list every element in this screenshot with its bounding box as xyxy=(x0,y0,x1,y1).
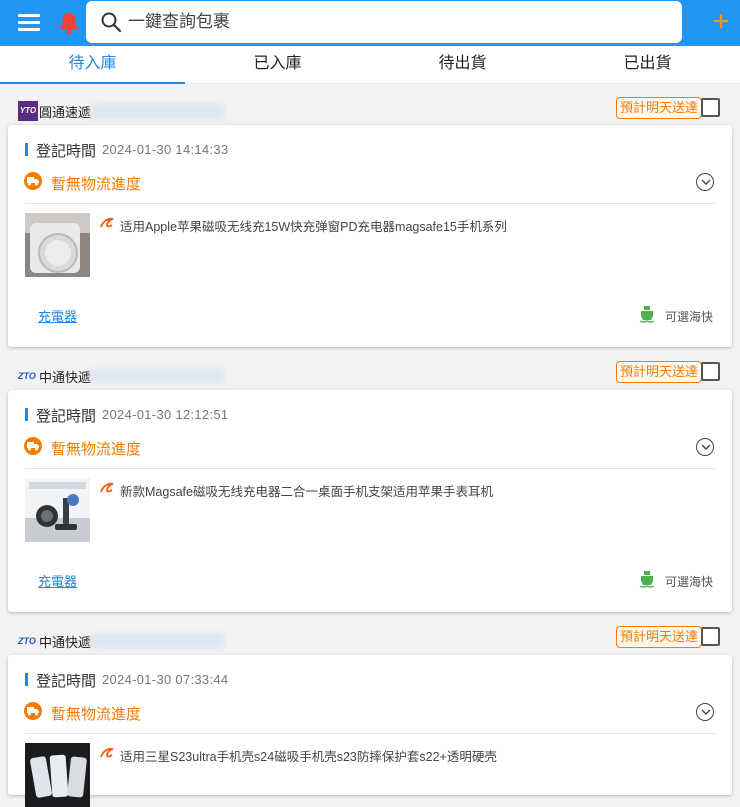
menu-icon[interactable] xyxy=(18,13,42,33)
logistics-status: 暫無物流進度 xyxy=(51,706,142,723)
tracking-number-redacted xyxy=(90,633,225,649)
divider xyxy=(25,468,715,469)
tab-outbound[interactable]: 已出貨 xyxy=(555,46,740,84)
alibaba-icon xyxy=(99,746,115,760)
product-image[interactable] xyxy=(25,743,90,807)
eta-badge: 預計明天送達 xyxy=(616,361,703,383)
shipping-option: 可選海快 xyxy=(665,310,714,324)
registration-time: 2024-01-30 14:14:33 xyxy=(102,142,229,157)
product-title[interactable]: 适用Apple苹果磁吸无线充15W快充弹窗PD充电器magsafe15手机系列 xyxy=(120,216,507,235)
product-title[interactable]: 适用三星S23ultra手机壳s24磁吸手机壳s23防摔保护套s22+透明硬壳 xyxy=(120,746,497,765)
category-link[interactable]: 充電器 xyxy=(38,571,77,590)
select-checkbox[interactable] xyxy=(701,98,720,117)
eta-badge: 預計明天送達 xyxy=(616,97,703,119)
package-card[interactable]: 登記時間 2024-01-30 12:12:51 暫無物流進度 新款Magsaf… xyxy=(8,390,732,612)
accent-bar xyxy=(25,408,28,421)
add-icon[interactable]: + xyxy=(708,7,734,37)
tab-inbound[interactable]: 已入庫 xyxy=(185,46,370,84)
chevron-down-icon[interactable] xyxy=(696,438,714,456)
accent-bar xyxy=(25,143,28,156)
truck-icon xyxy=(24,172,42,190)
search-icon xyxy=(101,12,122,33)
carrier-name: 中通快遞 xyxy=(39,370,92,385)
product-image[interactable] xyxy=(25,478,90,542)
shipping-option: 可選海快 xyxy=(665,575,714,589)
tab-pending-outbound[interactable]: 待出貨 xyxy=(370,46,555,84)
package-card[interactable]: 登記時間 2024-01-30 07:33:44 暫無物流進度 适用三星S23u… xyxy=(8,655,732,807)
ship-icon xyxy=(639,570,655,588)
logistics-status: 暫無物流進度 xyxy=(51,176,142,193)
tracking-number-redacted xyxy=(90,368,225,384)
select-checkbox[interactable] xyxy=(701,362,720,381)
product-title[interactable]: 新款Magsafe磁吸无线充电器二合一桌面手机支架适用苹果手表耳机 xyxy=(120,481,493,500)
carrier-logo: ZTO xyxy=(18,636,36,646)
registration-label: 登記時間 xyxy=(36,408,97,425)
accent-bar xyxy=(25,673,28,686)
search-bar xyxy=(86,1,682,43)
search-input[interactable] xyxy=(128,7,668,37)
alibaba-icon xyxy=(99,481,115,495)
carrier-row: ZTO 中通快遞 預計明天送達 xyxy=(0,624,740,658)
eta-badge: 預計明天送達 xyxy=(616,626,703,648)
logistics-status: 暫無物流進度 xyxy=(51,441,142,458)
registration-time: 2024-01-30 12:12:51 xyxy=(102,407,229,422)
carrier-logo: YTO xyxy=(18,101,38,121)
top-app-bar: + xyxy=(0,0,740,46)
category-link[interactable]: 充電器 xyxy=(38,306,77,325)
carrier-name: 中通快遞 xyxy=(39,635,92,650)
tracking-number-redacted xyxy=(90,103,225,119)
carrier-row: YTO 圓通速遞 預計明天送達 xyxy=(0,94,740,128)
product-image[interactable] xyxy=(25,213,90,277)
carrier-logo: ZTO xyxy=(18,371,36,381)
truck-icon xyxy=(24,437,42,455)
tab-pending-inbound[interactable]: 待入庫 xyxy=(0,46,185,84)
divider xyxy=(25,203,715,204)
registration-label: 登記時間 xyxy=(36,143,97,160)
status-tabs: 待入庫 已入庫 待出貨 已出貨 xyxy=(0,46,740,84)
chevron-down-icon[interactable] xyxy=(696,173,714,191)
truck-icon xyxy=(24,702,42,720)
ship-icon xyxy=(639,305,655,323)
chevron-down-icon[interactable] xyxy=(696,703,714,721)
alibaba-icon xyxy=(99,216,115,230)
carrier-name: 圓通速遞 xyxy=(39,105,92,120)
package-card[interactable]: 登記時間 2024-01-30 14:14:33 暫無物流進度 适用Apple苹… xyxy=(8,125,732,347)
carrier-row: ZTO 中通快遞 預計明天送達 xyxy=(0,359,740,393)
divider xyxy=(25,733,715,734)
bell-icon[interactable] xyxy=(58,11,80,35)
registration-time: 2024-01-30 07:33:44 xyxy=(102,672,229,687)
select-checkbox[interactable] xyxy=(701,627,720,646)
registration-label: 登記時間 xyxy=(36,673,97,690)
